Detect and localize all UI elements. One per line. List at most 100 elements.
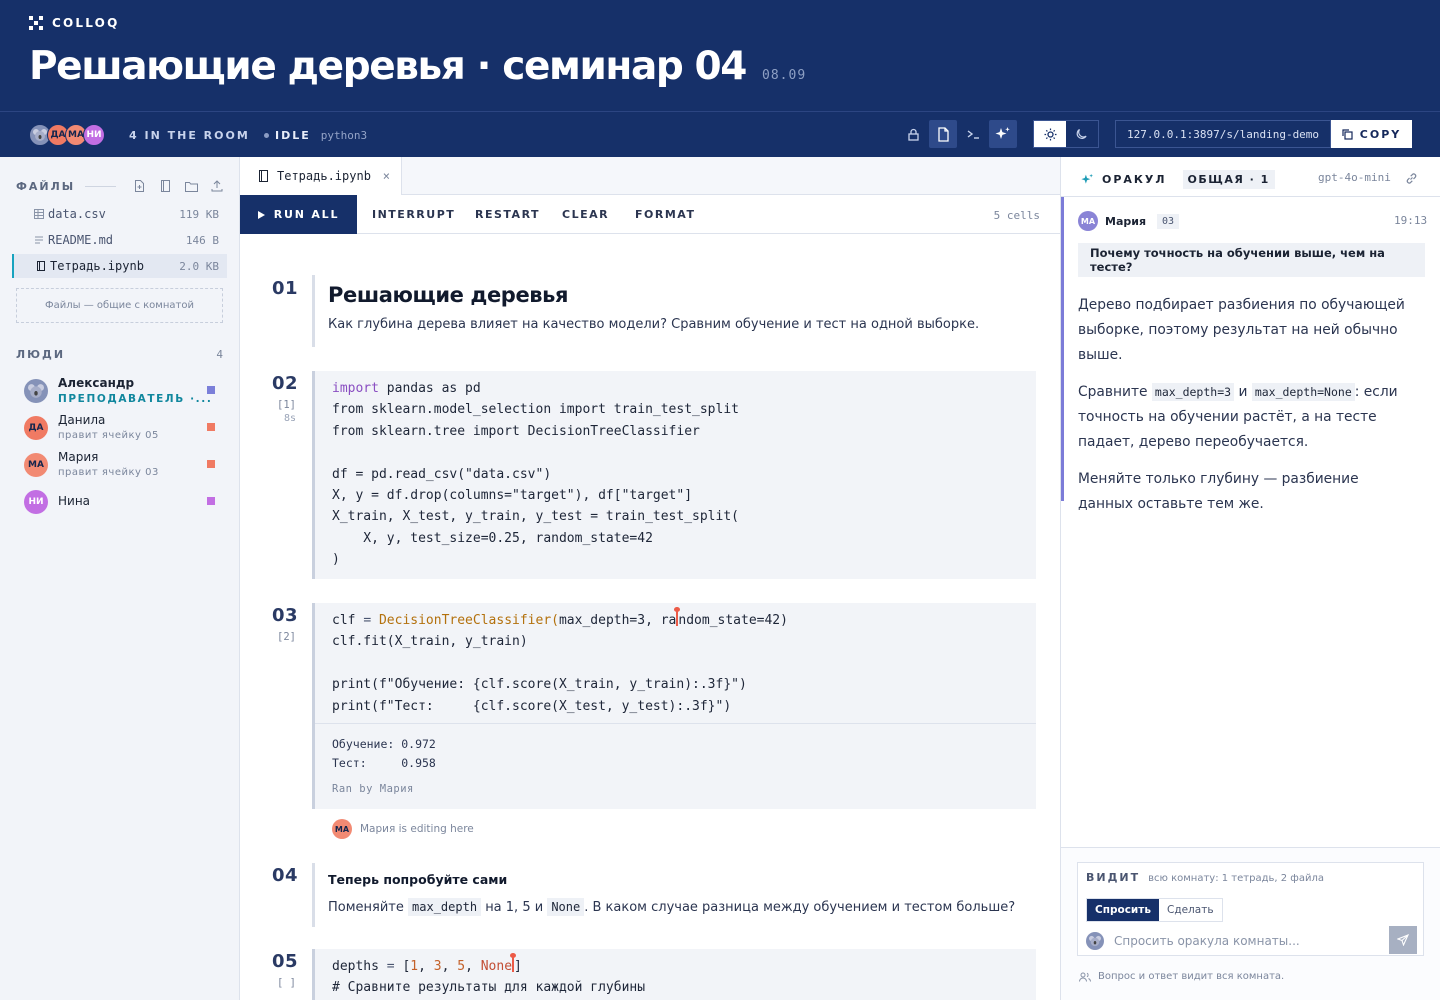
page-title: Решающие деревья · семинар 04: [29, 44, 747, 89]
notebook-icon: [37, 261, 45, 271]
answer-paragraph: Сравните max_depth=3 и max_depth=None: е…: [1078, 380, 1418, 455]
send-icon: [1397, 934, 1409, 946]
code-cell[interactable]: depths = [1, 3, 5, None] # Сравните резу…: [312, 949, 1036, 1000]
oracle-title: ОРАКУЛ: [1102, 173, 1167, 186]
upload-button[interactable]: [210, 179, 224, 193]
person-row[interactable]: Александр ПРЕПОДАВАТЕЛЬ ·...: [24, 374, 224, 406]
editing-indicator: МА Мария is editing here: [332, 819, 474, 839]
tab-notebook[interactable]: Тетрадь.ipynb ×: [240, 157, 402, 195]
clear-button[interactable]: CLEAR: [562, 208, 609, 221]
format-button[interactable]: FORMAT: [635, 208, 695, 221]
answer-text: Сравните: [1078, 384, 1148, 400]
copy-icon: [1342, 128, 1353, 140]
link-button[interactable]: [1405, 170, 1418, 189]
answer-paragraph: Меняйте только глубину — разбиение данны…: [1078, 471, 1359, 512]
close-icon[interactable]: ×: [383, 169, 390, 183]
person-row[interactable]: ДА Данила правит ячейку 05: [24, 411, 224, 443]
interrupt-button[interactable]: INTERRUPT: [372, 208, 455, 221]
cell-heading: Решающие деревья: [328, 283, 569, 307]
file-name: Тетрадь.ipynb: [50, 259, 144, 273]
run-all-label: RUN ALL: [273, 208, 340, 221]
ask-mode-button[interactable]: Спросить: [1087, 899, 1159, 921]
cell-reference[interactable]: 03: [1157, 213, 1180, 229]
code-editor[interactable]: clf = DecisionTreeClassifier(max_depth=3…: [315, 603, 1036, 723]
light-theme-button[interactable]: [1034, 121, 1066, 147]
share-url-field[interactable]: 127.0.0.1:3897/s/landing-demo: [1115, 120, 1331, 148]
new-file-button[interactable]: [132, 179, 146, 193]
new-folder-button[interactable]: [184, 179, 198, 193]
question-author: Мария: [1105, 214, 1147, 228]
markdown-cell[interactable]: Теперь попробуйте сами Поменяйте max_dep…: [312, 863, 1032, 927]
run-all-button[interactable]: RUN ALL: [240, 195, 357, 234]
collaborator-cursor: [674, 607, 681, 626]
editing-text: Мария is editing here: [360, 823, 474, 835]
code-cell[interactable]: import pandas as pd from sklearn.model_s…: [312, 371, 1036, 579]
file-item[interactable]: README.md 146 B: [12, 228, 227, 252]
cell-number: 03: [272, 605, 299, 626]
send-button[interactable]: [1389, 926, 1417, 954]
code-editor[interactable]: depths = [1, 3, 5, None] # Сравните резу…: [315, 949, 1036, 999]
execution-count: [1]: [277, 399, 296, 411]
notebook-toolbar: RUN ALL INTERRUPT RESTART CLEAR FORMAT 5…: [240, 195, 1060, 234]
ran-by-label: Ran by Мария: [332, 783, 414, 795]
new-notebook-button[interactable]: [158, 179, 172, 193]
person-row[interactable]: НИ Нина: [24, 485, 224, 517]
file-item[interactable]: data.csv 119 KB: [12, 202, 227, 226]
people-count: 4: [216, 348, 223, 361]
folder-icon: [184, 181, 198, 192]
oracle-thread: МА Мария 03 19:13 Почему точность на обу…: [1061, 197, 1440, 512]
cell-text: . В каком случае разница между обучением…: [584, 900, 1016, 915]
people-title: ЛЮДИ: [16, 348, 66, 361]
file-item-active[interactable]: Тетрадь.ipynb 2.0 KB: [12, 254, 227, 278]
avatar: МА: [332, 819, 352, 839]
avatar: ДА: [24, 416, 48, 440]
cell-text: Как глубина дерева влияет на качество мо…: [328, 317, 980, 332]
code-cell[interactable]: clf = DecisionTreeClassifier(max_depth=3…: [312, 603, 1036, 809]
inline-code: max_depth=None: [1251, 383, 1355, 401]
files-title: ФАЙЛЫ: [16, 179, 76, 193]
dark-theme-button[interactable]: [1066, 121, 1098, 147]
oracle-header: ОРАКУЛ ОБЩАЯ · 1 gpt-4o-mini: [1061, 157, 1440, 197]
context-scope: ВИДИТ всю комнату: 1 тетрадь, 2 файла: [1086, 871, 1324, 884]
cell-output: Обучение: 0.972 Тест: 0.958: [315, 723, 1036, 773]
execution-count: [ ]: [277, 977, 296, 989]
model-name[interactable]: gpt-4o-mini: [1318, 171, 1391, 184]
output-line: Тест: 0.958: [332, 756, 436, 770]
cell-number: 04: [272, 865, 299, 886]
do-mode-button[interactable]: Сделать: [1159, 899, 1222, 921]
file-size: 2.0 KB: [179, 259, 219, 273]
thread-badge[interactable]: ОБЩАЯ · 1: [1182, 170, 1275, 189]
notebook-icon: [259, 170, 268, 182]
avatar: НИ: [83, 124, 105, 146]
brand[interactable]: COLLOQ: [29, 16, 119, 30]
terminal-button[interactable]: [959, 120, 987, 148]
person-row[interactable]: МА Мария правит ячейку 03: [24, 448, 224, 480]
room-count: 4 IN THE ROOM: [129, 129, 250, 142]
restart-button[interactable]: RESTART: [475, 208, 540, 221]
sun-icon: [1044, 128, 1056, 140]
copy-url-button[interactable]: COPY: [1331, 120, 1412, 148]
notebook-editor: Тетрадь.ipynb × RUN ALL INTERRUPT RESTAR…: [240, 157, 1060, 1000]
visibility-note: Вопрос и ответ видит вся комната.: [1079, 971, 1284, 982]
session-date: 08.09: [762, 68, 807, 83]
text-file-icon: [35, 236, 43, 244]
markdown-cell[interactable]: Решающие деревья Как глубина дерева влия…: [312, 275, 1032, 347]
oracle-answer: Дерево подбирает разбиения по обучающей …: [1078, 293, 1418, 529]
cell-text: Поменяйте: [328, 900, 404, 915]
question-time: 19:13: [1394, 214, 1428, 227]
avatar: МА: [1078, 211, 1098, 231]
code-editor[interactable]: import pandas as pd from sklearn.model_s…: [315, 371, 1036, 571]
sees-label: ВИДИТ: [1086, 871, 1141, 884]
lock-button[interactable]: [899, 120, 927, 148]
avatar: НИ: [24, 490, 48, 514]
notebook-view-button[interactable]: [929, 120, 957, 148]
room-bar: ДА МА НИ 4 IN THE ROOM IDLE python3 127.…: [0, 112, 1440, 157]
output-line: Обучение: 0.972: [332, 737, 436, 751]
ask-input[interactable]: [1114, 934, 1384, 948]
oracle-panel: ОРАКУЛ ОБЩАЯ · 1 gpt-4o-mini МА Мария 03…: [1060, 157, 1440, 1000]
theme-switcher: [1033, 120, 1099, 148]
oracle-toggle-button[interactable]: [989, 120, 1017, 148]
app-header: COLLOQ Решающие деревья · семинар 04 08.…: [0, 0, 1440, 157]
room-avatars[interactable]: ДА МА НИ: [29, 124, 105, 146]
cell-number: 01: [272, 278, 299, 299]
